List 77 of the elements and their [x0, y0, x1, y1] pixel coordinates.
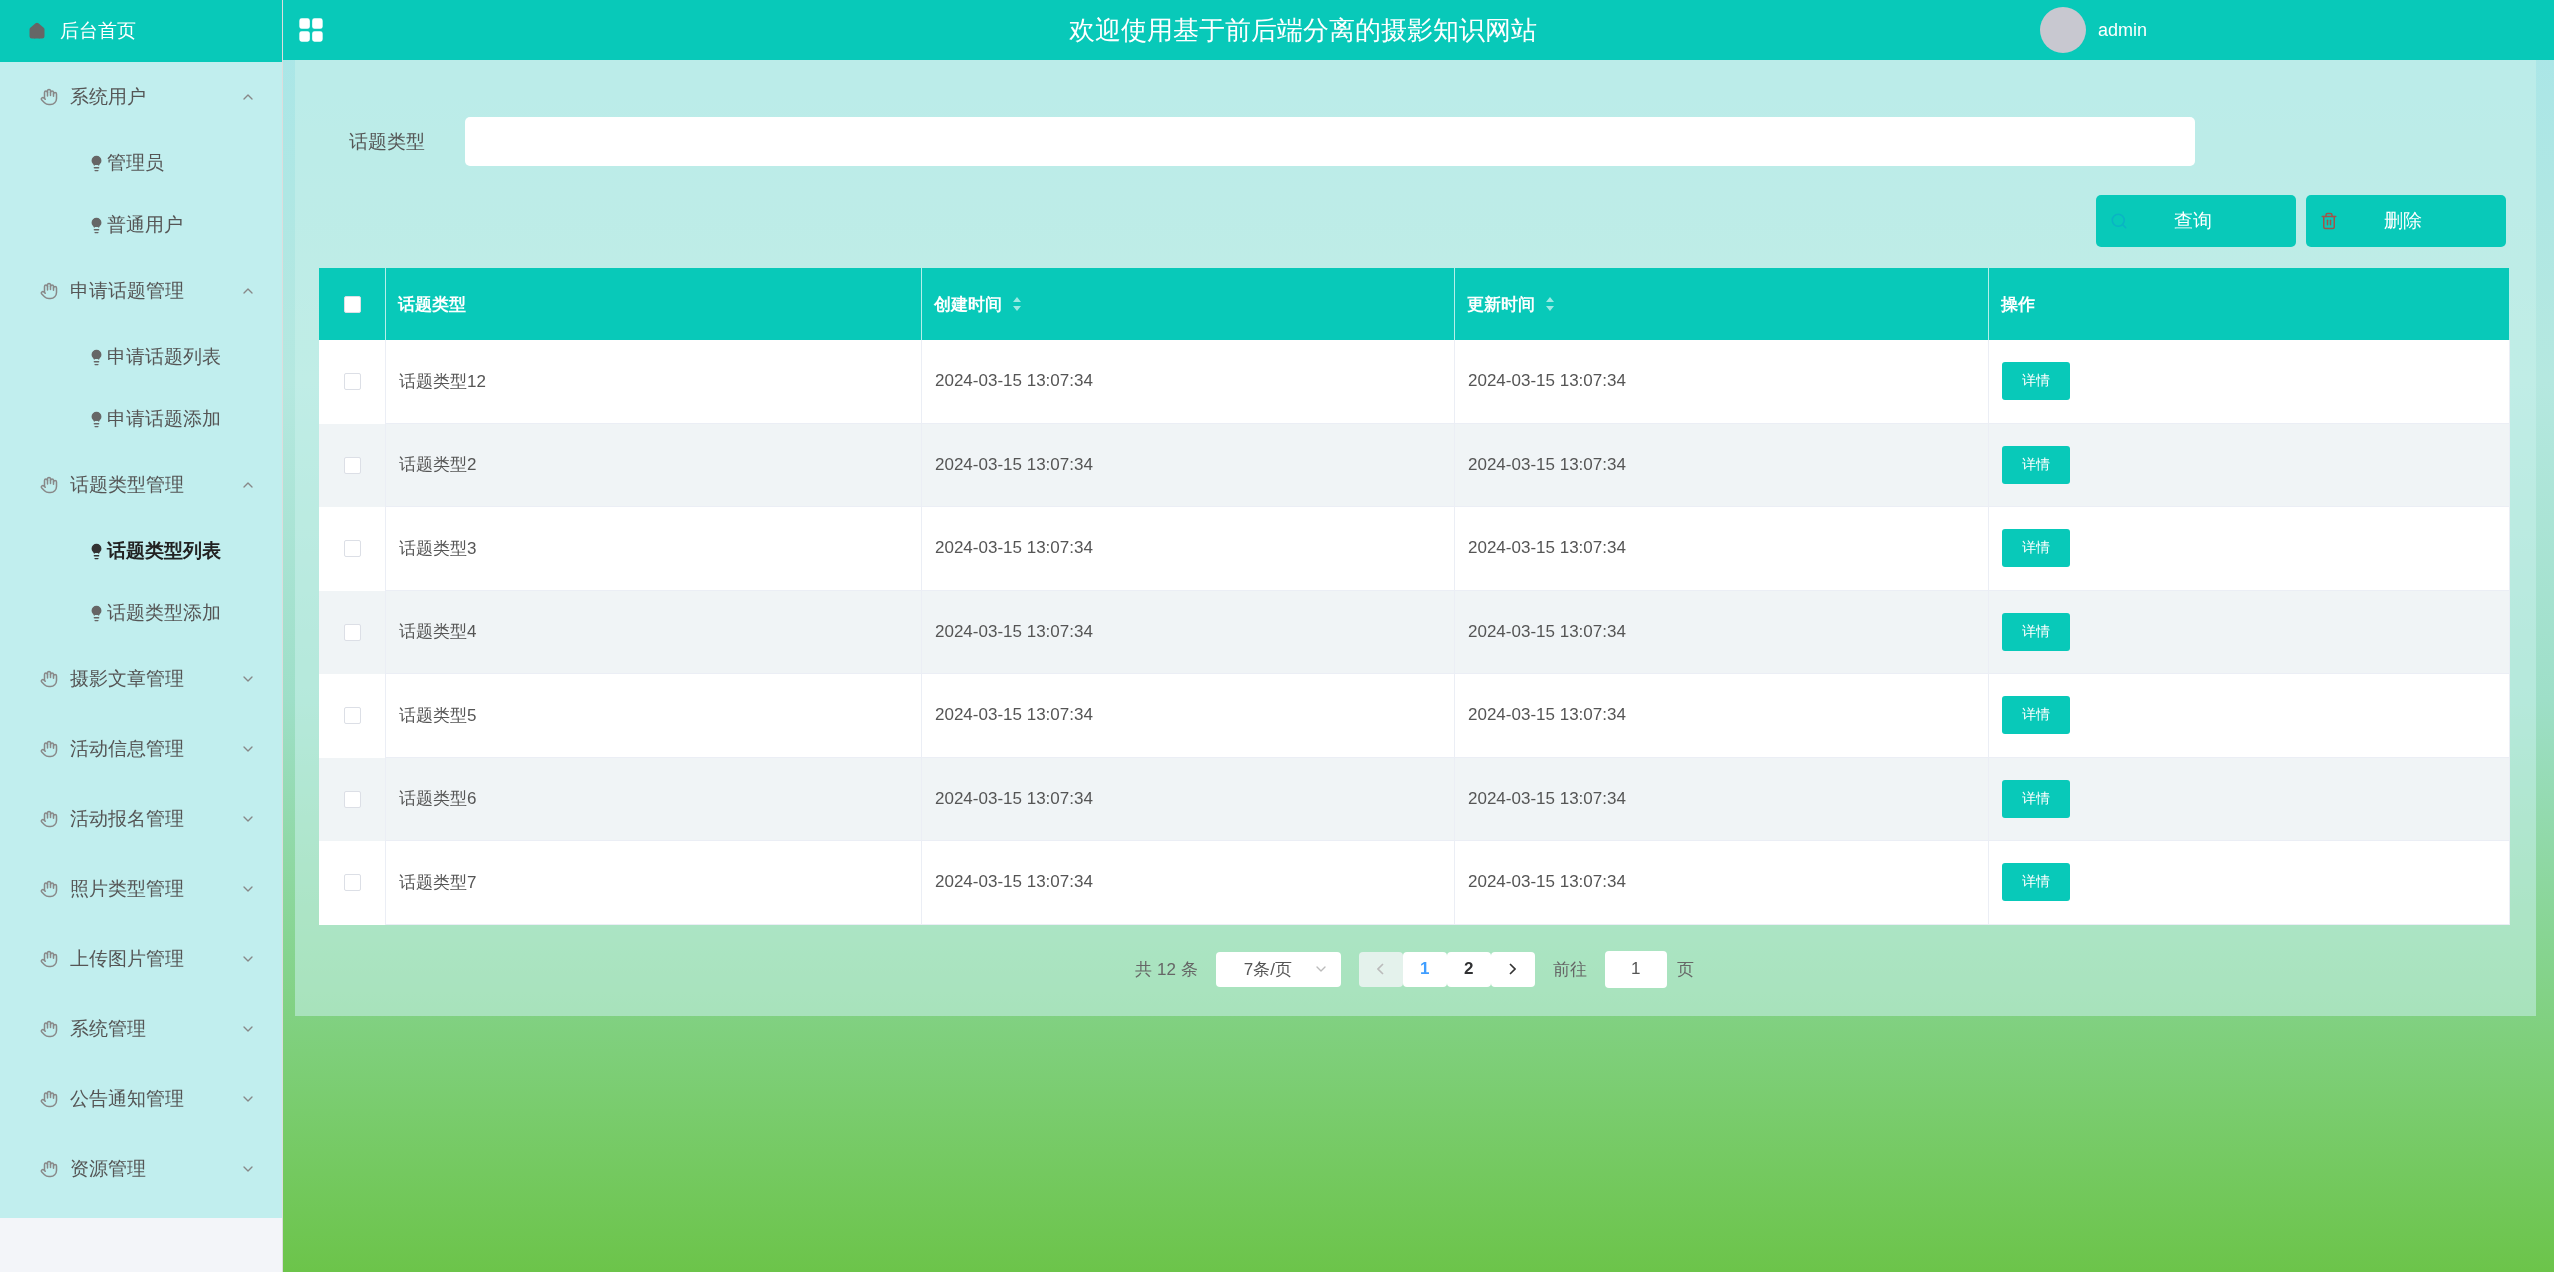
table-cell: 2024-03-15 13:07:34 — [935, 788, 1093, 809]
table-cell-text: 话题类型2 — [399, 454, 477, 477]
menu-group[interactable]: 申请话题管理 — [0, 256, 282, 326]
row-checkbox[interactable] — [343, 456, 361, 474]
table-cell-text: 话题类型5 — [399, 704, 477, 727]
search-field[interactable] — [465, 117, 2195, 166]
chevron-left-icon — [1377, 963, 1385, 975]
home-icon — [28, 22, 46, 40]
select-all-checkbox[interactable] — [343, 295, 361, 313]
goto-page-field[interactable]: 1 — [1604, 950, 1667, 988]
next-page-button[interactable] — [1490, 951, 1535, 987]
page-size-select[interactable]: 7条/页 — [1215, 951, 1341, 987]
row-checkbox[interactable] — [343, 540, 361, 558]
menu-item[interactable]: 话题类型添加 — [0, 582, 282, 644]
row-checkbox[interactable] — [343, 874, 361, 892]
menu-group[interactable]: 活动报名管理 — [0, 784, 282, 854]
table-cell: 2024-03-15 13:07:34 — [1468, 872, 1626, 893]
hand-icon — [40, 1160, 58, 1178]
menu-group[interactable]: 系统用户 — [0, 62, 282, 132]
total-count: 共 12 条 — [1135, 958, 1198, 981]
site-title: 欢迎使用基于前后端分离的摄影知识网站 — [1067, 13, 1538, 47]
menu-group[interactable]: 资源管理 — [0, 1134, 282, 1204]
table-cell-text: 话题类型4 — [399, 621, 477, 644]
table-cell: 2024-03-15 13:07:34 — [935, 538, 1093, 559]
home-label: 后台首页 — [60, 19, 136, 43]
hand-icon — [40, 880, 58, 898]
table-cell: 2024-03-15 13:07:34 — [1468, 371, 1626, 392]
menu-item[interactable]: 管理员 — [0, 132, 282, 194]
hand-icon — [40, 282, 58, 300]
sort-icon[interactable] — [1012, 296, 1022, 312]
menu-item[interactable]: 普通用户 — [0, 194, 282, 256]
avatar — [2040, 7, 2086, 53]
menu-group[interactable]: 照片类型管理 — [0, 854, 282, 924]
hand-icon — [40, 950, 58, 968]
table-cell: 2024-03-15 13:07:34 — [935, 621, 1093, 642]
grid-menu-icon[interactable] — [297, 16, 325, 44]
menu-group[interactable]: 摄影文章管理 — [0, 644, 282, 714]
table-cell: 2024-03-15 13:07:34 — [935, 454, 1093, 475]
trash-icon — [2320, 212, 2338, 230]
search-label: 话题类型 — [349, 129, 425, 154]
menu-group[interactable]: 话题类型管理 — [0, 450, 282, 520]
row-checkbox[interactable] — [343, 707, 361, 725]
table-cell: 2024-03-15 13:07:34 — [935, 872, 1093, 893]
table-cell: 2024-03-15 13:07:34 — [935, 371, 1093, 392]
hand-icon — [40, 1090, 58, 1108]
menu-group[interactable]: 上传图片管理 — [0, 924, 282, 994]
row-checkbox[interactable] — [343, 790, 361, 808]
hand-icon — [40, 740, 58, 758]
table-cell: 2024-03-15 13:07:34 — [1468, 621, 1626, 642]
menu-item[interactable]: 申请话题列表 — [0, 326, 282, 388]
page-suffix: 页 — [1676, 958, 1694, 981]
hand-icon — [40, 88, 58, 106]
table-cell: 2024-03-15 13:07:34 — [935, 705, 1093, 726]
table-cell: 2024-03-15 13:07:34 — [1468, 454, 1626, 475]
menu-group[interactable]: 系统管理 — [0, 994, 282, 1064]
table-cell-text: 话题类型7 — [399, 871, 477, 894]
username: admin — [2098, 19, 2148, 41]
menu-item[interactable]: 话题类型列表 — [0, 520, 282, 582]
table-cell: 2024-03-15 13:07:34 — [1468, 705, 1626, 726]
chevron-right-icon — [1509, 963, 1517, 975]
row-checkbox[interactable] — [343, 623, 361, 641]
goto-label: 前往 — [1552, 958, 1587, 981]
table-cell: 2024-03-15 13:07:34 — [1468, 788, 1626, 809]
table-cell-text: 话题类型12 — [399, 370, 486, 393]
hand-icon — [40, 810, 58, 828]
table-cell: 2024-03-15 13:07:34 — [1468, 538, 1626, 559]
menu-group[interactable]: 活动信息管理 — [0, 714, 282, 784]
table-cell-text: 话题类型6 — [399, 788, 477, 811]
hand-icon — [40, 1020, 58, 1038]
table-cell-text: 话题类型3 — [399, 537, 477, 560]
sort-icon[interactable] — [1545, 296, 1555, 312]
menu-item[interactable]: 申请话题添加 — [0, 388, 282, 450]
menu-group[interactable]: 公告通知管理 — [0, 1064, 282, 1134]
page-button[interactable]: 2 — [1446, 951, 1491, 987]
hand-icon — [40, 476, 58, 494]
hand-icon — [40, 670, 58, 688]
row-checkbox[interactable] — [343, 373, 361, 391]
